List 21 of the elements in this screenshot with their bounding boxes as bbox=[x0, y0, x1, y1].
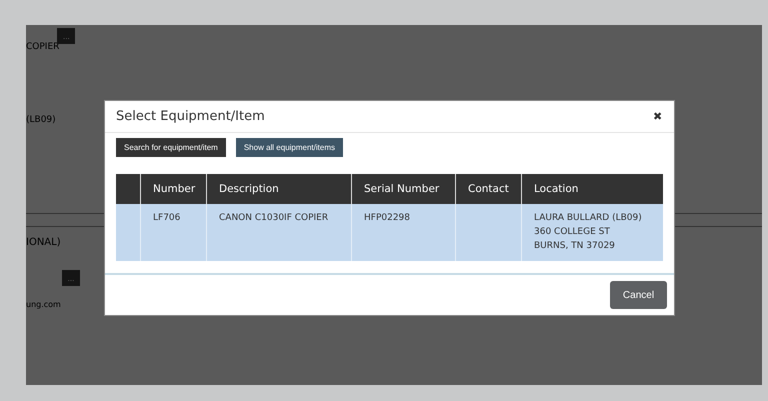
column-header: Contact bbox=[456, 174, 522, 204]
table-cell bbox=[116, 204, 140, 261]
table-cell: CANON C1030IF COPIER bbox=[206, 204, 352, 261]
column-header: Description bbox=[206, 174, 352, 204]
action-button[interactable]: Show all equipment/items bbox=[236, 138, 343, 157]
table-cell: LF706 bbox=[140, 204, 206, 261]
cancel-button[interactable]: Cancel bbox=[610, 281, 667, 309]
close-button[interactable]: ✖ bbox=[653, 110, 662, 123]
background-text: IONAL) bbox=[26, 237, 61, 248]
table-cell bbox=[456, 204, 522, 261]
column-header: Location bbox=[522, 174, 663, 204]
background-text: ung.com bbox=[26, 300, 61, 309]
table-cell: HFP02298 bbox=[352, 204, 456, 261]
background-text: (LB09) bbox=[26, 115, 56, 125]
table-cell: LAURA BULLARD (LB09) 360 COLLEGE ST BURNS, TN 37029 bbox=[522, 204, 663, 261]
column-header: Number bbox=[140, 174, 206, 204]
background-text: COPIER bbox=[26, 42, 60, 52]
column-header: Serial Number bbox=[352, 174, 456, 204]
action-button[interactable]: Search for equipment/item bbox=[116, 138, 226, 157]
column-header bbox=[116, 174, 140, 204]
dialog-title: Select Equipment/Item bbox=[116, 109, 265, 124]
